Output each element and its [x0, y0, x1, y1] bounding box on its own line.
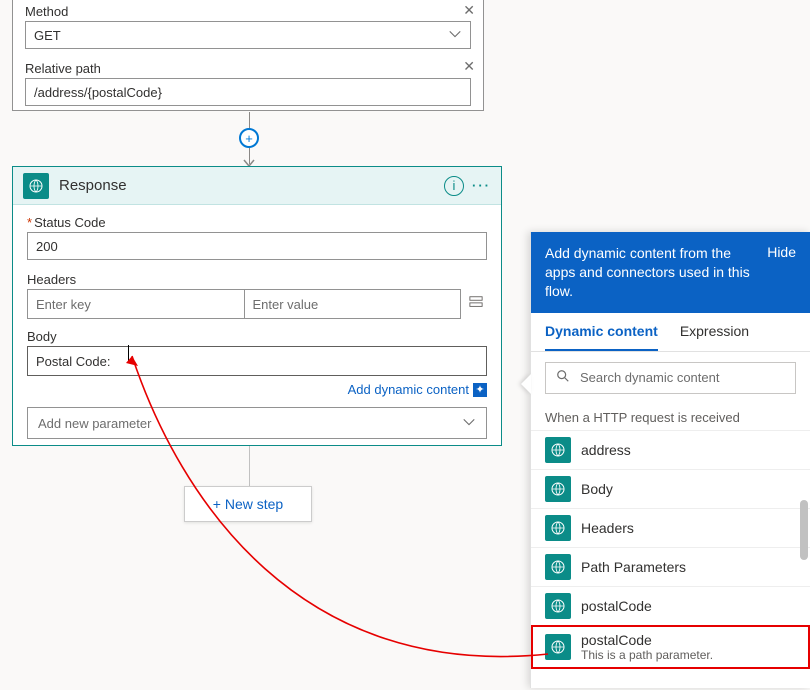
- method-select[interactable]: GET: [25, 21, 471, 49]
- chevron-down-icon: [448, 27, 462, 44]
- item-label: Body: [581, 481, 613, 497]
- scrollbar-thumb[interactable]: [800, 500, 808, 560]
- token-icon: [545, 593, 571, 619]
- status-code-label: *Status Code: [27, 213, 487, 232]
- path-label: Relative path: [13, 57, 483, 78]
- token-icon: [545, 476, 571, 502]
- response-action-icon: [23, 173, 49, 199]
- tab-row: Dynamic content Expression: [531, 313, 810, 352]
- item-label: Headers: [581, 520, 634, 536]
- search-icon: [556, 369, 570, 386]
- more-icon[interactable]: ···: [472, 178, 491, 193]
- headers-table: Enter key Enter value: [27, 289, 461, 319]
- response-card: Response i ··· *Status Code 200 Headers …: [12, 166, 502, 446]
- token-icon: [545, 554, 571, 580]
- token-icon: [545, 515, 571, 541]
- status-code-input[interactable]: 200: [27, 232, 487, 260]
- add-step-inline-icon[interactable]: +: [239, 128, 259, 148]
- add-dynamic-content-link[interactable]: Add dynamic content ✦: [27, 376, 487, 407]
- close-icon[interactable]: ✕: [463, 58, 475, 75]
- header-value-input[interactable]: Enter value: [245, 290, 461, 318]
- switch-mode-icon[interactable]: [469, 295, 487, 313]
- method-value: GET: [34, 28, 61, 43]
- text-cursor: [128, 345, 129, 363]
- tab-dynamic-content[interactable]: Dynamic content: [545, 313, 658, 351]
- dynamic-content-item[interactable]: postalCode: [531, 586, 810, 626]
- header-key-input[interactable]: Enter key: [28, 290, 245, 318]
- chevron-down-icon: [462, 415, 476, 432]
- content-group-label: When a HTTP request is received: [531, 404, 810, 431]
- info-icon[interactable]: i: [444, 176, 464, 196]
- add-new-parameter-select[interactable]: Add new parameter: [27, 407, 487, 439]
- body-value: Postal Code:: [36, 354, 110, 369]
- new-step-button[interactable]: + New step: [184, 486, 312, 522]
- close-icon[interactable]: ✕: [463, 2, 475, 19]
- dynamic-content-item[interactable]: Body: [531, 469, 810, 509]
- path-input[interactable]: /address/{postalCode}: [25, 78, 471, 106]
- headers-label: Headers: [27, 270, 487, 289]
- banner-message: Add dynamic content from the apps and co…: [545, 244, 757, 301]
- method-label: Method: [13, 0, 483, 21]
- response-header[interactable]: Response i ···: [13, 167, 501, 205]
- body-label: Body: [27, 319, 487, 346]
- dynamic-content-panel: Add dynamic content from the apps and co…: [530, 232, 810, 688]
- panel-banner: Add dynamic content from the apps and co…: [531, 232, 810, 313]
- body-input[interactable]: Postal Code:: [27, 346, 487, 376]
- path-value: /address/{postalCode}: [34, 85, 162, 100]
- tab-expression[interactable]: Expression: [680, 313, 749, 351]
- dynamic-content-item[interactable]: Headers: [531, 508, 810, 548]
- token-icon: [545, 634, 571, 660]
- response-title: Response: [59, 177, 444, 194]
- dynamic-content-icon: ✦: [473, 383, 487, 397]
- search-input[interactable]: Search dynamic content: [545, 362, 796, 394]
- connector-line: [249, 446, 250, 486]
- dynamic-content-item[interactable]: postalCodeThis is a path parameter.: [531, 625, 810, 669]
- dynamic-content-item[interactable]: Path Parameters: [531, 547, 810, 587]
- token-icon: [545, 437, 571, 463]
- item-sublabel: This is a path parameter.: [581, 648, 713, 662]
- search-placeholder: Search dynamic content: [580, 370, 719, 385]
- hide-link[interactable]: Hide: [767, 244, 796, 260]
- item-label: Path Parameters: [581, 559, 686, 575]
- item-label: postalCode: [581, 598, 652, 614]
- dynamic-content-item[interactable]: address: [531, 430, 810, 470]
- item-label: postalCode: [581, 632, 652, 648]
- http-trigger-card: ✕ Method GET ✕ Relative path /address/{p…: [12, 0, 484, 111]
- item-label: address: [581, 442, 631, 458]
- panel-pointer-icon: [521, 374, 531, 394]
